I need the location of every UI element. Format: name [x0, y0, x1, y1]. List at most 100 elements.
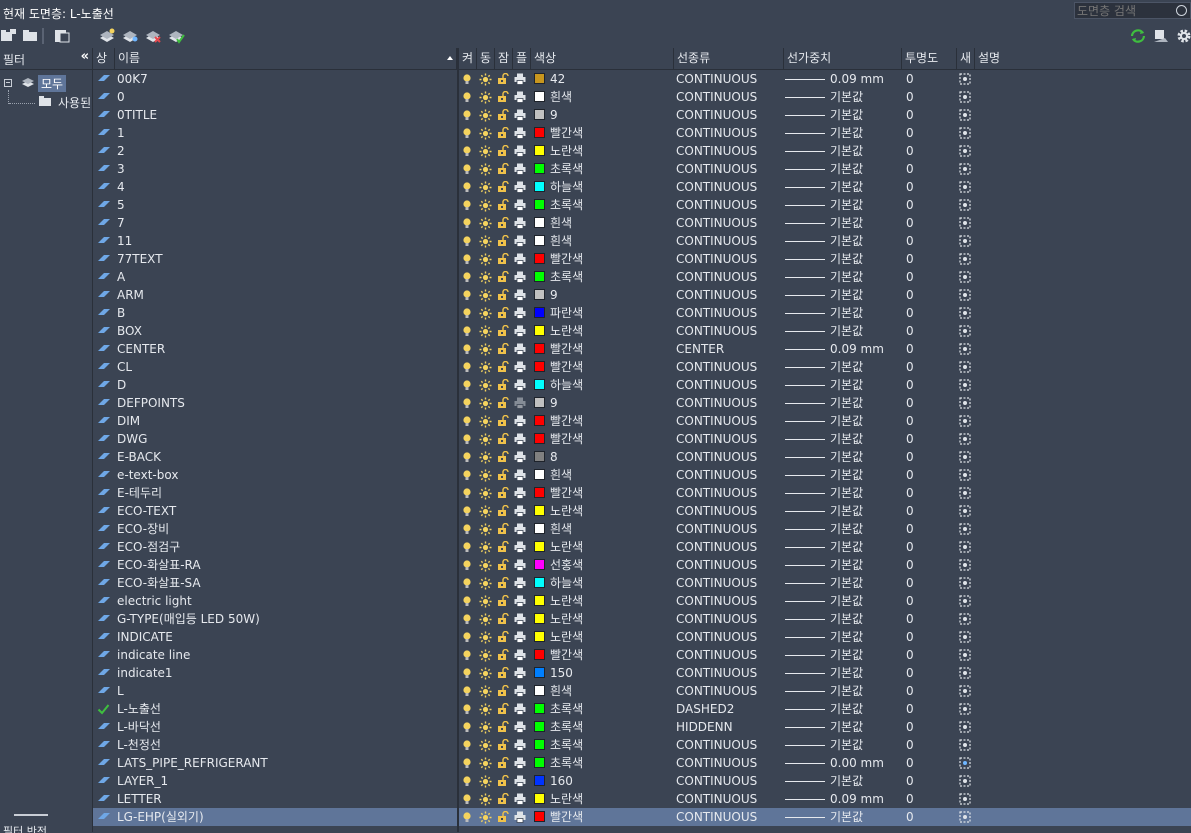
on-bulb-icon[interactable]	[461, 70, 475, 88]
layer-transparency[interactable]: 0	[906, 790, 956, 808]
unlock-icon[interactable]	[497, 196, 511, 214]
layer-color[interactable]: 노란색	[533, 628, 668, 646]
layer-lineweight[interactable]: 기본값	[785, 448, 900, 466]
on-bulb-icon[interactable]	[461, 664, 475, 682]
new-vp-freeze-icon[interactable]	[959, 502, 973, 520]
plot-printer-icon[interactable]	[514, 322, 528, 340]
thaw-sun-icon[interactable]	[479, 538, 493, 556]
layer-color[interactable]: 흰색	[533, 520, 668, 538]
on-bulb-icon[interactable]	[461, 340, 475, 358]
layer-row[interactable]: B 파란색 CONTINUOUS 기본값 0	[93, 304, 1191, 322]
thaw-sun-icon[interactable]	[479, 70, 493, 88]
new-vp-freeze-icon[interactable]	[959, 736, 973, 754]
layer-color[interactable]: 흰색	[533, 466, 668, 484]
plot-printer-icon[interactable]	[514, 160, 528, 178]
layer-transparency[interactable]: 0	[906, 556, 956, 574]
filter-tree-all[interactable]: 모두	[4, 75, 90, 92]
layer-linetype[interactable]: CONTINUOUS	[676, 358, 781, 376]
layer-transparency[interactable]: 0	[906, 646, 956, 664]
layer-color[interactable]: 노란색	[533, 502, 668, 520]
layer-linetype[interactable]: CONTINUOUS	[676, 430, 781, 448]
layer-status-icon[interactable]	[97, 664, 115, 682]
layer-transparency[interactable]: 0	[906, 628, 956, 646]
thaw-sun-icon[interactable]	[479, 214, 493, 232]
new-vp-freeze-icon[interactable]	[959, 466, 973, 484]
new-vp-freeze-icon[interactable]	[959, 88, 973, 106]
plot-printer-icon[interactable]	[514, 754, 528, 772]
layer-color[interactable]: 빨간색	[533, 484, 668, 502]
layer-name[interactable]: G-TYPE(매입등 LED 50W)	[117, 610, 453, 628]
on-bulb-icon[interactable]	[461, 214, 475, 232]
thaw-sun-icon[interactable]	[479, 808, 493, 826]
layer-transparency[interactable]: 0	[906, 178, 956, 196]
layer-transparency[interactable]: 0	[906, 142, 956, 160]
layer-transparency[interactable]: 0	[906, 196, 956, 214]
layer-row[interactable]: indicate line 빨간색 CONTINUOUS 기본값 0	[93, 646, 1191, 664]
layer-linetype[interactable]: CONTINUOUS	[676, 322, 781, 340]
layer-transparency[interactable]: 0	[906, 214, 956, 232]
col-freeze[interactable]: 동	[477, 48, 495, 69]
on-bulb-icon[interactable]	[461, 646, 475, 664]
thaw-sun-icon[interactable]	[479, 484, 493, 502]
layer-transparency[interactable]: 0	[906, 232, 956, 250]
unlock-icon[interactable]	[497, 268, 511, 286]
layer-status-icon[interactable]	[97, 790, 115, 808]
new-vp-freeze-icon[interactable]	[959, 520, 973, 538]
layer-name[interactable]: E-테두리	[117, 484, 453, 502]
unlock-icon[interactable]	[497, 646, 511, 664]
layer-row[interactable]: L 흰색 CONTINUOUS 기본값 0	[93, 682, 1191, 700]
layer-linetype[interactable]: CONTINUOUS	[676, 70, 781, 88]
thaw-sun-icon[interactable]	[479, 790, 493, 808]
unlock-icon[interactable]	[497, 466, 511, 484]
layer-name[interactable]: 0	[117, 88, 453, 106]
new-vp-freeze-icon[interactable]	[959, 178, 973, 196]
plot-printer-icon[interactable]	[514, 484, 528, 502]
layer-linetype[interactable]: CONTINUOUS	[676, 268, 781, 286]
layer-lineweight[interactable]: 기본값	[785, 610, 900, 628]
on-bulb-icon[interactable]	[461, 700, 475, 718]
on-bulb-icon[interactable]	[461, 268, 475, 286]
layer-name[interactable]: ECO-장비	[117, 520, 453, 538]
thaw-sun-icon[interactable]	[479, 232, 493, 250]
plot-printer-icon[interactable]	[514, 430, 528, 448]
layer-transparency[interactable]: 0	[906, 394, 956, 412]
layer-lineweight[interactable]: 기본값	[785, 394, 900, 412]
unlock-icon[interactable]	[497, 754, 511, 772]
layer-transparency[interactable]: 0	[906, 502, 956, 520]
unlock-icon[interactable]	[497, 556, 511, 574]
layer-name[interactable]: 5	[117, 196, 453, 214]
layer-row[interactable]: E-테두리 빨간색 CONTINUOUS 기본값 0	[93, 484, 1191, 502]
on-bulb-icon[interactable]	[461, 772, 475, 790]
layer-transparency[interactable]: 0	[906, 772, 956, 790]
plot-printer-icon[interactable]	[514, 214, 528, 232]
layer-lineweight[interactable]: 0.09 mm	[785, 70, 900, 88]
on-bulb-icon[interactable]	[461, 394, 475, 412]
layer-transparency[interactable]: 0	[906, 754, 956, 772]
layer-linetype[interactable]: CONTINUOUS	[676, 736, 781, 754]
layer-status-icon[interactable]	[97, 214, 115, 232]
unlock-icon[interactable]	[497, 394, 511, 412]
unlock-icon[interactable]	[497, 682, 511, 700]
plot-printer-icon[interactable]	[514, 538, 528, 556]
layer-color[interactable]: 노란색	[533, 142, 668, 160]
layer-linetype[interactable]: CONTINUOUS	[676, 664, 781, 682]
layer-name[interactable]: DEFPOINTS	[117, 394, 453, 412]
layer-row[interactable]: 2 노란색 CONTINUOUS 기본값 0	[93, 142, 1191, 160]
layer-row[interactable]: 0 흰색 CONTINUOUS 기본값 0	[93, 88, 1191, 106]
layer-status-icon[interactable]	[97, 304, 115, 322]
on-bulb-icon[interactable]	[461, 142, 475, 160]
layer-name[interactable]: A	[117, 268, 453, 286]
layer-name[interactable]: CL	[117, 358, 453, 376]
layer-linetype[interactable]: CONTINUOUS	[676, 196, 781, 214]
thaw-sun-icon[interactable]	[479, 268, 493, 286]
layer-status-icon[interactable]	[97, 430, 115, 448]
thaw-sun-icon[interactable]	[479, 502, 493, 520]
layer-color[interactable]: 하늘색	[533, 376, 668, 394]
layer-lineweight[interactable]: 0.00 mm	[785, 754, 900, 772]
layer-linetype[interactable]: CONTINUOUS	[676, 556, 781, 574]
layer-lineweight[interactable]: 기본값	[785, 502, 900, 520]
layer-color[interactable]: 초록색	[533, 196, 668, 214]
new-vp-freeze-icon[interactable]	[959, 160, 973, 178]
layer-color[interactable]: 노란색	[533, 610, 668, 628]
layer-linetype[interactable]: CONTINUOUS	[676, 628, 781, 646]
